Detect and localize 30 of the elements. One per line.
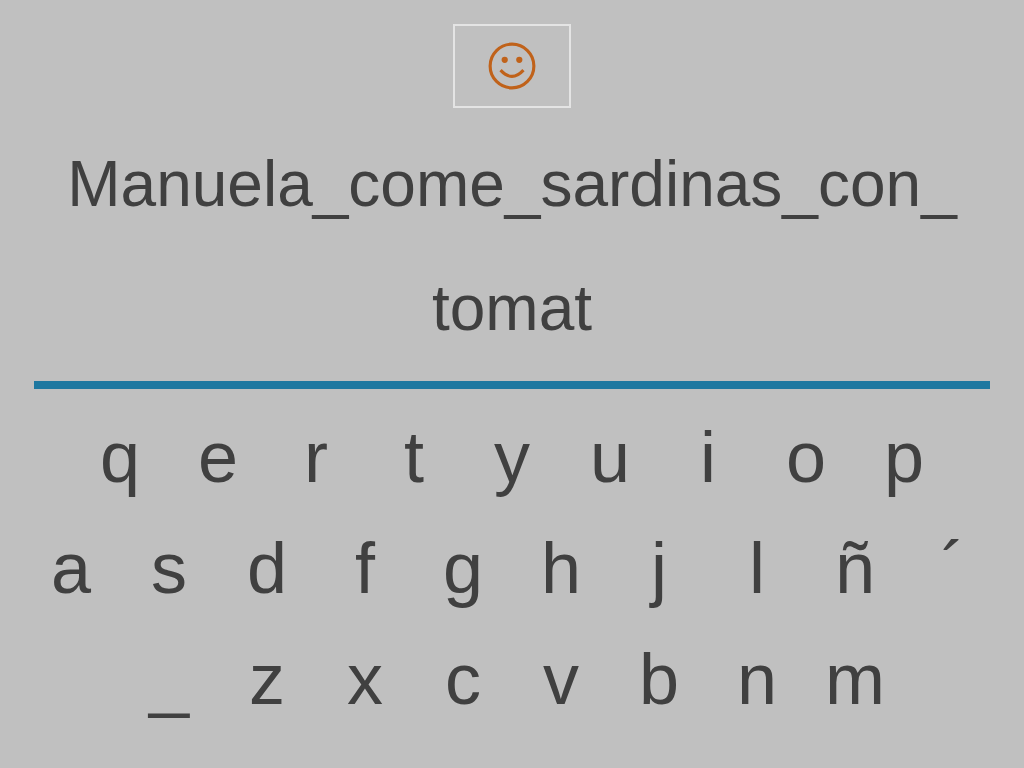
letter-key[interactable]: n <box>708 628 806 729</box>
letter-key[interactable]: i <box>659 406 757 507</box>
letter-key[interactable]: x <box>316 628 414 729</box>
letter-key[interactable]: o <box>757 406 855 507</box>
letter-key[interactable]: z <box>218 628 316 729</box>
letter-key[interactable]: g <box>414 517 512 618</box>
letter-key[interactable]: q <box>71 406 169 507</box>
letter-key[interactable]: s <box>120 517 218 618</box>
letter-key[interactable]: u <box>561 406 659 507</box>
letter-key[interactable]: y <box>463 406 561 507</box>
letter-key[interactable]: e <box>169 406 267 507</box>
answer-text: Manuela_come_sardinas_con_ <box>67 147 957 222</box>
letter-key[interactable]: m <box>806 628 904 729</box>
letter-key[interactable]: j <box>610 517 708 618</box>
letter-key[interactable]: a <box>22 517 120 618</box>
answer-text: tomat <box>431 271 593 346</box>
letter-key[interactable]: t <box>365 406 463 507</box>
smiley-icon <box>487 41 537 91</box>
letter-key[interactable]: l <box>708 517 806 618</box>
letter-key[interactable]: h <box>512 517 610 618</box>
letter-key[interactable]: ñ <box>806 517 904 618</box>
letter-key[interactable]: ´ <box>904 517 1002 618</box>
letter-key[interactable]: p <box>855 406 953 507</box>
letter-key[interactable]: c <box>414 628 512 729</box>
letter-key[interactable]: f <box>316 517 414 618</box>
letter-key[interactable]: b <box>610 628 708 729</box>
letter-key[interactable]: r <box>267 406 365 507</box>
letter-key[interactable]: v <box>512 628 610 729</box>
letter-key[interactable]: d <box>218 517 316 618</box>
letter-key[interactable]: _ <box>120 628 218 729</box>
